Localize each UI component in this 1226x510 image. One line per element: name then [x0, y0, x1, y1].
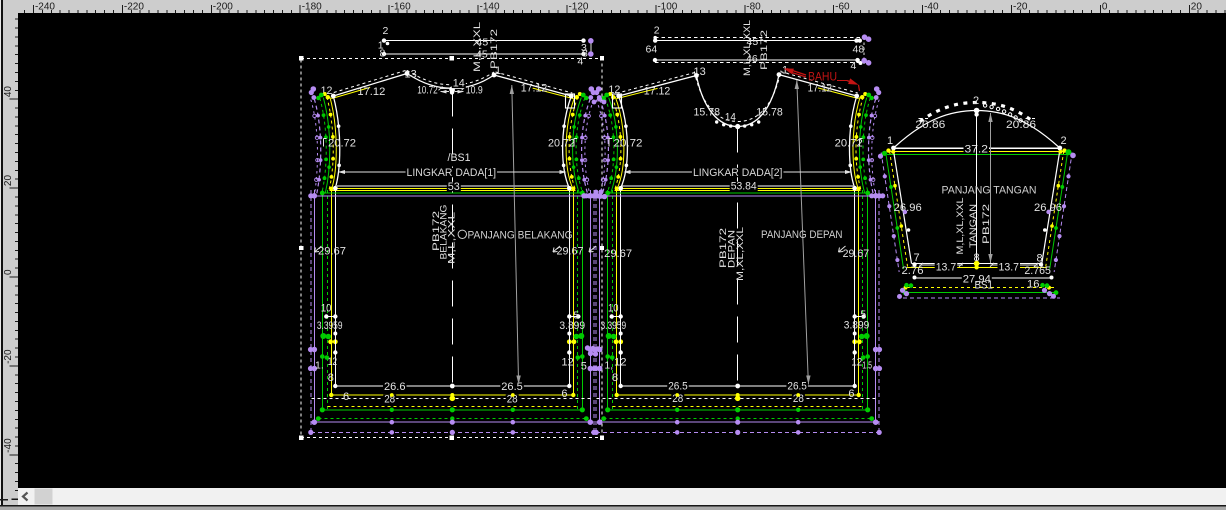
svg-text:2: 2	[383, 25, 389, 37]
svg-text:29.67: 29.67	[604, 248, 632, 260]
svg-text:40: 40	[3, 86, 14, 98]
svg-text:M,L,XXL: M,L,XXL	[472, 22, 483, 72]
svg-text:15.78: 15.78	[694, 106, 721, 118]
svg-text:-240: -240	[35, 2, 55, 13]
svg-text:2: 2	[1061, 135, 1067, 147]
svg-text:LINGKAR DADA[2]: LINGKAR DADA[2]	[693, 167, 783, 179]
svg-text:20.72: 20.72	[835, 138, 863, 150]
svg-text:12: 12	[328, 356, 337, 368]
svg-text:13.7: 13.7	[999, 261, 1020, 273]
svg-text:20: 20	[3, 175, 14, 187]
svg-text:0: 0	[1102, 2, 1108, 13]
svg-text:2.76: 2.76	[902, 265, 924, 277]
svg-text:-180: -180	[302, 2, 322, 13]
svg-text:17.12: 17.12	[521, 83, 548, 95]
svg-text:5: 5	[574, 310, 580, 321]
svg-text:-40: -40	[3, 438, 14, 453]
svg-text:LINGKAR DADA[1]: LINGKAR DADA[1]	[407, 167, 497, 179]
svg-text:12: 12	[614, 357, 627, 369]
svg-text:8: 8	[328, 372, 334, 384]
svg-text:29.67: 29.67	[318, 246, 346, 258]
svg-text:-120: -120	[568, 2, 588, 13]
svg-text:BS1: BS1	[975, 280, 994, 292]
svg-text:4: 4	[578, 55, 584, 67]
svg-text:M,L,XXL: M,L,XXL	[446, 212, 456, 264]
svg-text:17.12: 17.12	[644, 86, 671, 98]
svg-text:3.899: 3.899	[844, 319, 870, 331]
svg-text:15.78: 15.78	[756, 106, 783, 118]
svg-text:53: 53	[448, 181, 460, 193]
svg-text:3.899: 3.899	[559, 320, 585, 332]
svg-text:6: 6	[343, 391, 349, 403]
svg-text:14: 14	[725, 111, 736, 123]
svg-text:0: 0	[3, 269, 14, 275]
svg-text:-160: -160	[391, 2, 411, 13]
svg-text:PB172: PB172	[489, 29, 500, 69]
svg-text:PB172: PB172	[981, 204, 991, 244]
svg-text:PB172: PB172	[759, 30, 770, 70]
svg-text:10.9: 10.9	[466, 84, 483, 96]
svg-text:2: 2	[654, 24, 660, 36]
svg-text:-20: -20	[3, 349, 14, 364]
svg-text:17.12: 17.12	[808, 82, 833, 94]
svg-text:M,L,XL,XXL: M,L,XL,XXL	[955, 198, 965, 255]
svg-text:2.765: 2.765	[1024, 265, 1051, 277]
svg-text:29.67: 29.67	[557, 246, 584, 258]
svg-text:20.72: 20.72	[328, 138, 356, 150]
svg-text:-200: -200	[213, 2, 233, 13]
svg-text:5: 5	[861, 310, 867, 321]
svg-text:13.7: 13.7	[936, 261, 957, 273]
svg-text:1.: 1.	[315, 360, 324, 372]
svg-text:5: 5	[581, 361, 587, 373]
svg-text:M,L,XL,XXL: M,L,XL,XXL	[742, 20, 753, 76]
svg-text:PANJANG BELAKANG: PANJANG BELAKANG	[468, 229, 573, 241]
svg-text:TANGAN: TANGAN	[968, 204, 978, 248]
svg-text:53.84: 53.84	[731, 181, 757, 193]
svg-text:20.86: 20.86	[1006, 119, 1036, 131]
svg-text:4: 4	[851, 60, 857, 72]
svg-text:20: 20	[1191, 2, 1203, 13]
svg-text:6: 6	[848, 388, 854, 400]
svg-text:48: 48	[853, 43, 865, 55]
svg-text:-140: -140	[480, 2, 500, 13]
svg-text:3.3959: 3.3959	[317, 320, 343, 332]
svg-text:26.5: 26.5	[501, 381, 523, 393]
svg-text:12: 12	[561, 357, 574, 369]
svg-text:29.67: 29.67	[843, 248, 870, 260]
svg-text:-220: -220	[124, 2, 144, 13]
svg-text:10.72: 10.72	[417, 84, 438, 96]
svg-text:2: 2	[973, 95, 979, 107]
svg-text:64: 64	[646, 43, 658, 55]
svg-text:10: 10	[321, 302, 332, 314]
svg-text:7: 7	[914, 252, 920, 264]
svg-text:8: 8	[380, 48, 386, 60]
svg-text:20.72: 20.72	[548, 138, 575, 150]
svg-text:26.5: 26.5	[668, 381, 688, 393]
svg-text:12: 12	[851, 357, 862, 369]
svg-text:BAHU: BAHU	[808, 72, 837, 84]
svg-text:3.3959: 3.3959	[601, 320, 627, 332]
svg-text:-100: -100	[657, 2, 677, 13]
svg-text:8: 8	[612, 372, 618, 384]
svg-text:20.86: 20.86	[915, 119, 945, 131]
svg-text:10: 10	[608, 303, 619, 315]
svg-text:26.96: 26.96	[894, 202, 922, 214]
svg-text:/BS1: /BS1	[448, 152, 471, 164]
svg-text:26.5: 26.5	[787, 381, 807, 393]
svg-text:1,: 1,	[604, 359, 613, 371]
svg-text:PANJANG DEPAN: PANJANG DEPAN	[761, 229, 843, 241]
svg-text:PANJANG TANGAN: PANJANG TANGAN	[942, 184, 1037, 196]
svg-text:1.5: 1.5	[862, 359, 872, 371]
svg-text:1: 1	[887, 135, 893, 147]
svg-text:26.6: 26.6	[384, 381, 406, 393]
svg-text:16: 16	[1027, 279, 1040, 291]
svg-text:20.72: 20.72	[614, 138, 643, 150]
svg-text:6: 6	[561, 388, 567, 400]
svg-text:14: 14	[453, 78, 465, 90]
svg-text:17.12: 17.12	[357, 86, 385, 98]
svg-text:M,XL,XXL: M,XL,XXL	[735, 227, 745, 281]
